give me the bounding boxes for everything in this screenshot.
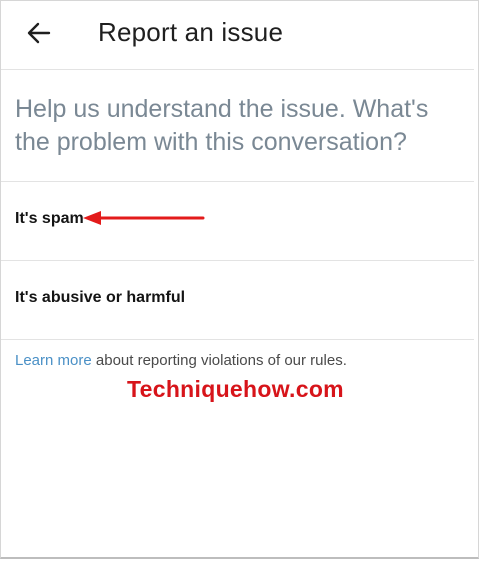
page-title: Report an issue	[98, 17, 284, 47]
divider	[1, 339, 474, 340]
arrow-left-icon[interactable]	[25, 19, 53, 47]
option-label: It's abusive or harmful	[15, 289, 186, 306]
learn-more-link[interactable]: Learn more	[15, 352, 92, 369]
footer-text: Learn more about reporting violations of…	[15, 352, 347, 369]
prompt-text: Help us understand the issue. What's the…	[15, 95, 429, 156]
footer-description: about reporting violations of our rules.	[91, 352, 347, 369]
red-arrow-icon	[83, 211, 205, 225]
header-bar: Report an issue	[1, 1, 474, 70]
option-label: It's spam	[15, 210, 84, 227]
option-abusive[interactable]: It's abusive or harmful	[1, 261, 474, 339]
option-spam[interactable]: It's spam	[1, 182, 474, 260]
report-dialog: Report an issue Help us understand the i…	[0, 0, 479, 559]
watermark-text: Techniquehow.com	[127, 376, 344, 402]
